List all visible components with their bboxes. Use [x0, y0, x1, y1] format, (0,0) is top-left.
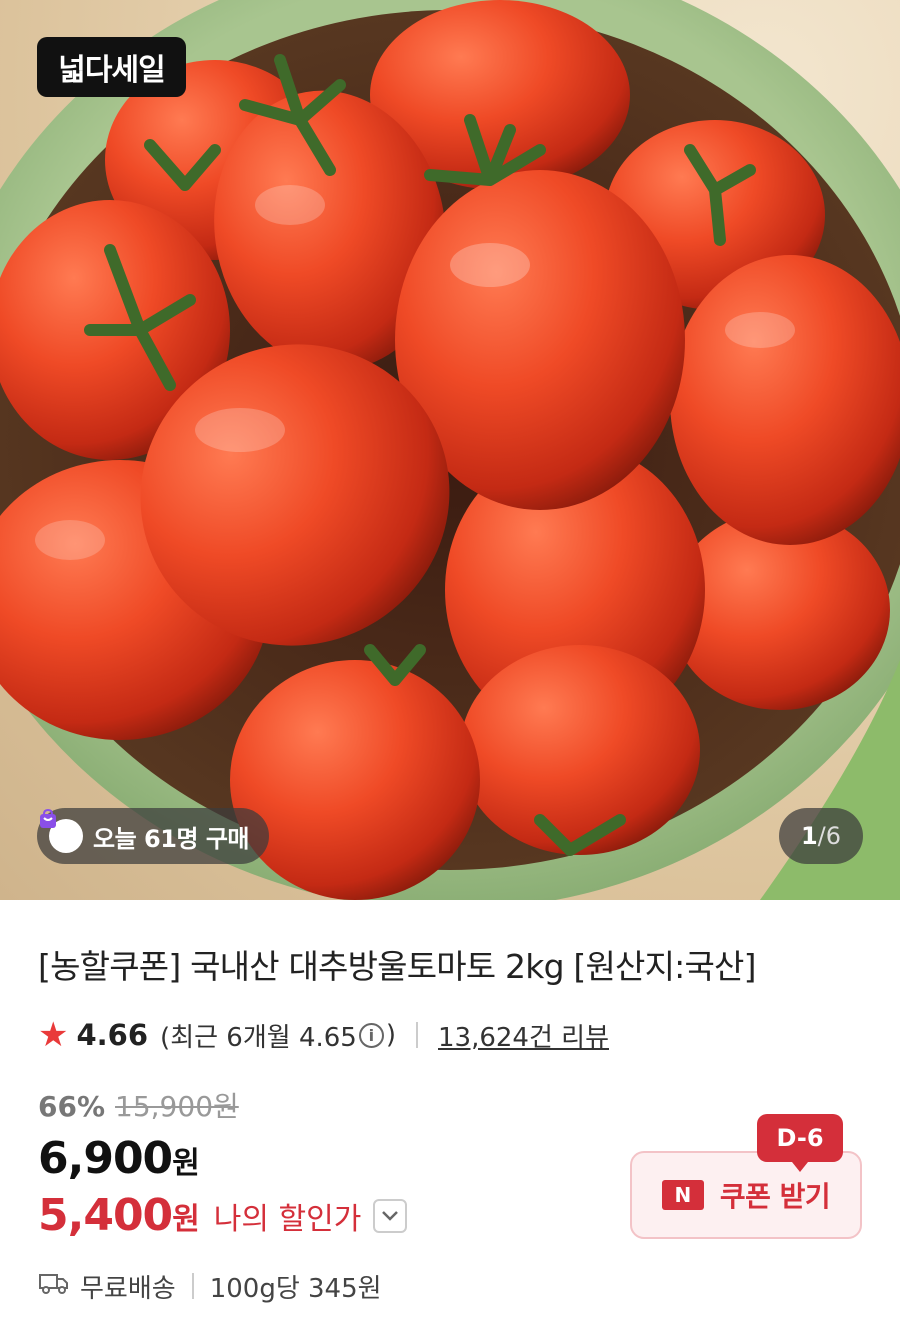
info-icon[interactable]: i	[358, 1022, 384, 1048]
rating-value: 4.66	[76, 1018, 149, 1052]
recent-rating: (최근 6개월 4.65	[160, 1022, 357, 1053]
my-price-label: 나의 할인가	[213, 1201, 362, 1237]
star-icon: ★	[38, 1015, 69, 1055]
tomato-bowl-illustration	[0, 0, 900, 900]
shipping-row: 무료배송 100g당 345원	[38, 1266, 382, 1306]
product-image[interactable]: 넓다세일 오늘 61명 구매 1/6	[0, 0, 900, 900]
review-count-link[interactable]: 13,624건 리뷰	[438, 1017, 609, 1054]
sale-price: 6,900원	[38, 1133, 200, 1184]
divider	[416, 1022, 418, 1048]
divider	[191, 1273, 194, 1299]
original-price: 15,900원	[115, 1090, 239, 1123]
image-page-indicator: 1/6	[779, 808, 863, 864]
my-discount-price[interactable]: 5,400 원 나의 할인가	[38, 1190, 408, 1241]
coupon-download-button[interactable]: N 쿠폰 받기	[630, 1151, 862, 1239]
shopping-bag-icon	[40, 808, 83, 853]
buyers-today-text: 오늘 61명 구매	[93, 824, 250, 853]
dday-badge: D-6	[757, 1114, 843, 1172]
discount-row: 66% 15,900원	[38, 1085, 239, 1125]
page-current: 1	[800, 822, 818, 850]
buyers-today-badge: 오늘 61명 구매	[37, 808, 270, 864]
n-badge-icon: N	[661, 1180, 704, 1210]
coupon-button-label: 쿠폰 받기	[719, 1180, 831, 1213]
truck-icon	[38, 1271, 70, 1302]
sale-price-number: 6,900	[38, 1133, 173, 1184]
shipping-text: 무료배송	[80, 1273, 176, 1304]
page-total: /6	[817, 822, 842, 850]
discount-rate: 66%	[38, 1090, 106, 1123]
rating-row: ★ 4.66 (최근 6개월 4.65 i ) 13,624건 리뷰	[38, 1013, 609, 1057]
product-title: [농할쿠폰] 국내산 대추방울토마토 2kg [원산지:국산]	[38, 947, 756, 986]
chevron-down-icon[interactable]	[373, 1198, 408, 1233]
my-price-unit: 원	[172, 1201, 200, 1237]
sale-logo: 넓다세일	[37, 37, 186, 97]
my-price-number: 5,400	[38, 1190, 173, 1241]
recent-rating-close: )	[385, 1020, 396, 1050]
unit-price: 100g당 345원	[209, 1273, 382, 1304]
sale-price-unit: 원	[172, 1146, 200, 1181]
